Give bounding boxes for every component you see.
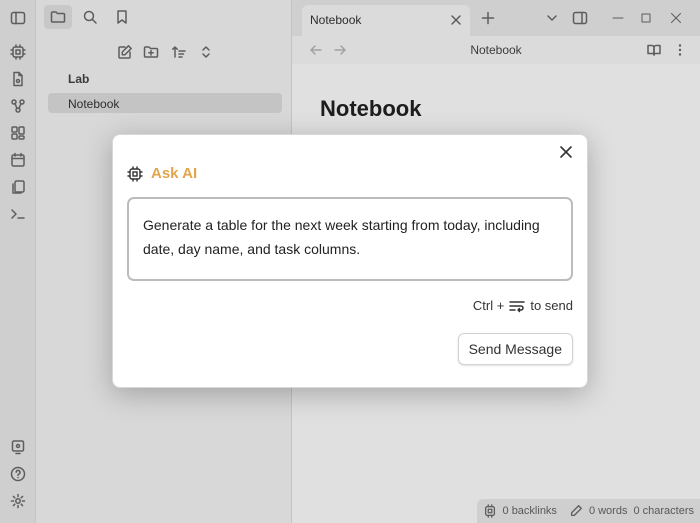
prompt-textarea[interactable]: Generate a table for the next week start… — [127, 197, 573, 281]
hint-prefix: Ctrl + — [472, 298, 505, 313]
enter-key-icon — [509, 299, 526, 313]
modal-title: Ask AI — [151, 165, 198, 182]
hint-suffix: to send — [530, 298, 573, 313]
modal-header: Ask AI — [127, 165, 197, 182]
send-shortcut-hint: Ctrl + to send — [473, 298, 573, 313]
ai-chip-icon — [127, 165, 143, 182]
ask-ai-modal: Ask AI Generate a table for the next wee… — [112, 134, 588, 388]
send-message-button[interactable]: Send Message — [457, 333, 573, 365]
close-icon[interactable] — [559, 145, 573, 159]
